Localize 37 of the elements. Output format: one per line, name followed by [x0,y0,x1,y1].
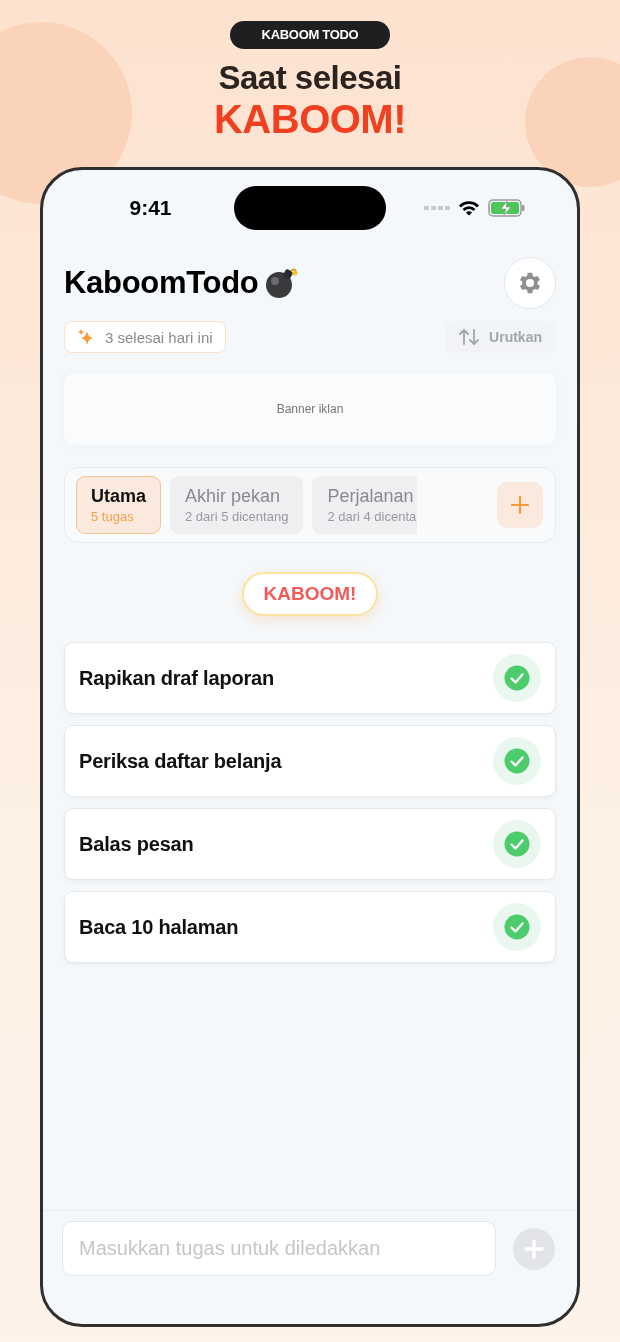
task-input-field[interactable]: Masukkan tugas untuk diledakkan [62,1221,496,1276]
settings-button[interactable] [504,257,556,309]
chip-label: 3 selesai hari ini [105,328,213,346]
tab-name: Perjalanan [327,486,414,507]
app-title: KaboomTodo [64,265,259,301]
promo-badge: KABOOM TODO [229,21,391,49]
sort-icon [459,328,480,346]
task-title: Periksa daftar belanja [79,749,282,773]
plus-icon [523,1237,545,1260]
tab-subtitle: 2 dari 4 dicenta [327,509,417,524]
status-time: 9:41 [129,196,172,220]
add-list-button[interactable] [497,482,543,528]
task-title: Baca 10 halaman [79,915,239,939]
task-card[interactable]: Balas pesan [64,808,556,880]
sparkle-icon [77,328,95,346]
check-icon[interactable] [493,820,541,868]
task-title: Balas pesan [79,832,194,856]
tab-subtitle: 2 dari 5 dicentang [185,509,289,524]
tab-subtitle: 5 tugas [91,509,134,524]
check-icon[interactable] [493,737,541,785]
task-card[interactable]: Periksa daftar belanja [64,725,556,797]
wifi-icon [457,200,480,216]
bomb-icon [264,266,299,300]
headline-accent: KABOOM! [214,97,406,141]
check-icon[interactable] [493,903,541,951]
plus-icon [510,495,530,515]
headline: Saat selesai [218,60,402,96]
task-card[interactable]: Baca 10 halaman [64,891,556,963]
tab-name: Utama [91,486,147,507]
battery-icon [487,199,526,217]
signal-icon [423,205,450,211]
tab-name: Akhir pekan [185,486,281,507]
task-title: Rapikan draf laporan [79,666,274,690]
banner-label: Banner iklan [276,402,344,416]
list-tab[interactable]: Utama 5 tugas [76,476,162,534]
check-icon[interactable] [493,654,541,702]
task-card[interactable]: Rapikan draf laporan [64,642,556,714]
